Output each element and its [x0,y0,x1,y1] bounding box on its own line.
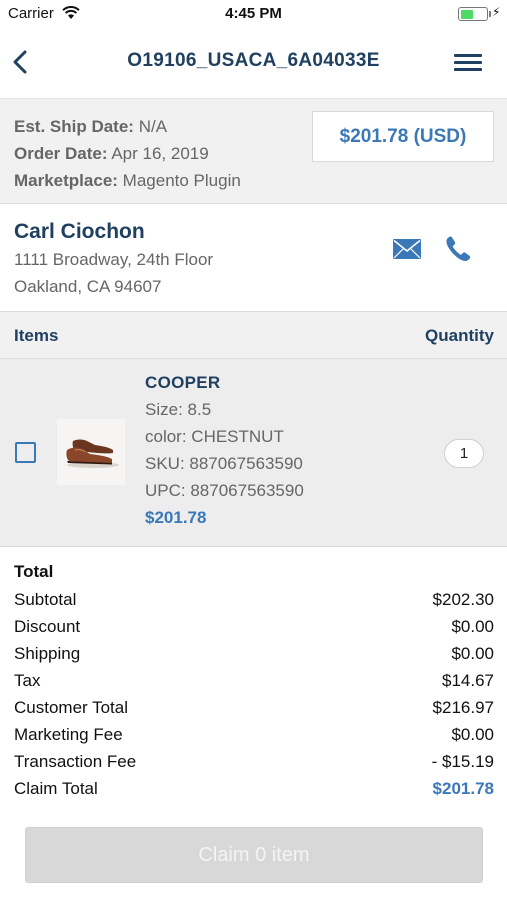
battery-level-fill [460,9,473,19]
product-price: $201.78 [145,508,207,527]
navigation-bar: O19106_USACA_6A04033E [0,28,507,98]
claim-total-label: Claim Total [14,779,98,798]
transaction-fee-value: - $15.19 [431,752,494,771]
battery-cap [489,11,491,17]
subtotal-value: $202.30 [432,590,494,609]
marketplace-label: Marketplace: [14,171,118,190]
address-line-2: Oakland, CA 94607 [14,277,162,296]
product-sku: SKU: 887067563590 [145,454,303,473]
order-date-value: Apr 16, 2019 [111,144,209,163]
transaction-fee-label: Transaction Fee [14,752,137,771]
discount-value: $0.00 [451,617,494,636]
shipping-value: $0.00 [451,644,494,663]
clock-time: 4:45 PM [225,5,282,22]
claim-total-value: $201.78 [432,779,494,798]
order-date-line: Order Date: Apr 16, 2019 [14,144,209,164]
phone-icon[interactable] [444,235,472,263]
shipping-label: Shipping [14,644,81,663]
product-color: color: CHESTNUT [145,427,284,446]
product-size: Size: 8.5 [145,400,212,419]
mail-icon[interactable] [393,239,421,259]
chevron-left-icon[interactable] [8,45,38,79]
ship-date-label: Est. Ship Date: [14,117,134,136]
quantity-column-header: Quantity [425,326,494,345]
product-upc: UPC: 887067563590 [145,481,304,500]
tax-label: Tax [14,671,41,690]
items-column-header: Items [14,326,59,345]
product-thumbnail [57,419,125,485]
order-info-section: Est. Ship Date: N/A Order Date: Apr 16, … [0,98,507,204]
status-bar: Carrier 4:45 PM ⚡ [0,0,507,28]
marketplace-value: Magento Plugin [122,171,241,190]
quantity-badge[interactable]: 1 [444,439,484,468]
marketing-fee-value: $0.00 [451,725,494,744]
subtotal-label: Subtotal [14,590,77,609]
hamburger-menu-icon[interactable] [452,52,484,74]
customer-total-value: $216.97 [432,698,494,717]
order-price-box: $201.78 (USD) [312,111,494,162]
discount-label: Discount [14,617,81,636]
marketplace-line: Marketplace: Magento Plugin [14,171,241,191]
claim-button[interactable]: Claim 0 item [25,827,483,883]
tax-value: $14.67 [442,671,494,690]
order-date-label: Order Date: [14,144,108,163]
ship-date-line: Est. Ship Date: N/A [14,117,167,137]
totals-section: Total Subtotal $202.30 Discount $0.00 Sh… [0,548,507,808]
item-checkbox[interactable] [15,442,36,463]
customer-section: Carl Ciochon 1111 Broadway, 24th Floor O… [0,204,507,311]
customer-name: Carl Ciochon [14,220,145,243]
product-name: COOPER [145,373,221,392]
ship-date-value: N/A [138,117,168,136]
customer-total-label: Customer Total [14,698,129,717]
order-id-title: O19106_USACA_6A04033E [127,50,380,71]
battery-icon [458,7,488,21]
totals-title: Total [14,562,54,581]
marketing-fee-label: Marketing Fee [14,725,123,744]
address-line-1: 1111 Broadway, 24th Floor [14,250,214,269]
charging-bolt-icon: ⚡ [492,5,501,19]
items-header: Items Quantity [0,311,507,359]
list-item[interactable]: COOPER Size: 8.5 color: CHESTNUT SKU: 88… [0,359,507,547]
